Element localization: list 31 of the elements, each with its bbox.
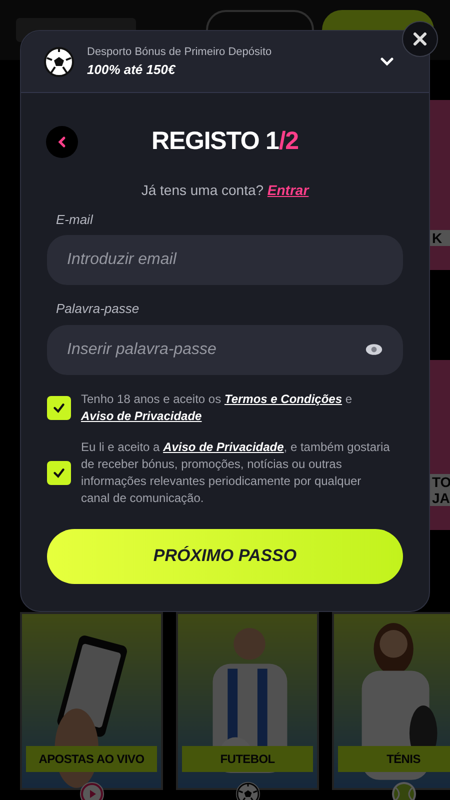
football-icon [43,46,75,78]
close-icon [412,31,428,47]
login-prompt: Já tens uma conta? Entrar [140,180,310,200]
password-field[interactable]: Inserir palavra-passe [47,324,403,374]
consent-text: Tenho 18 anos e aceito os Termos e Condições e Aviso de Privacidade [81,390,354,424]
field-label: E-mail [55,210,94,228]
chevron-left-icon [56,136,68,148]
email-field[interactable]: Introduzir email [47,235,403,285]
field-label: Palavra-passe [55,300,140,318]
next-button[interactable]: PRÓXIMO PASSO [47,528,403,584]
card-label: FUTEBOL [182,746,313,772]
form-title: REGISTO 1/2 [152,126,298,157]
check-icon [53,466,65,478]
back-button[interactable] [46,126,78,158]
card-label: K [428,230,450,246]
check-icon [53,402,65,414]
consent-link[interactable]: Aviso de Privacidade [163,440,284,454]
checkbox[interactable] [47,396,71,420]
checkbox[interactable] [47,460,71,484]
play-icon [80,782,104,800]
bonus-subtitle: Desporto Bónus de Primeiro Depósito [87,44,272,60]
consent-link[interactable]: Aviso de Privacidade [81,408,202,422]
bonus-offer: 100% até 150€ [87,61,177,79]
login-link[interactable]: Entrar [267,182,309,198]
eye-icon[interactable] [365,342,383,356]
consent-link[interactable]: Termos e Condições [224,392,342,406]
consent-text: Eu li e aceito a Aviso de Privacidade, e também gostaria de receber bónus, promoções, notícias ou outras informações relevantes periodicamente por qualquer canal de comunicação. [81,438,391,506]
football-icon [236,782,260,800]
bonus-bar[interactable]: Desporto Bónus de Primeiro Depósito 100% até 150€ [21,31,429,93]
card-label: TÉNIS [338,746,450,772]
card-label: APOSTAS AO VIVO [26,746,157,772]
